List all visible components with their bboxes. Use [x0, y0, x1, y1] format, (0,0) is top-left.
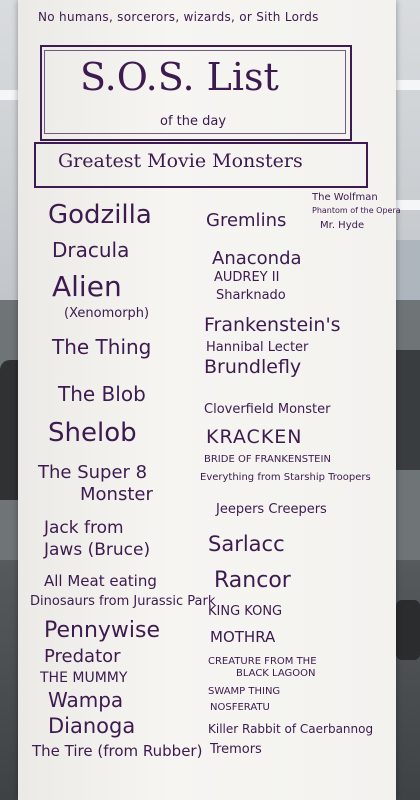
theme-title: Greatest Movie Monsters	[58, 150, 303, 172]
list-item: Tremors	[210, 742, 262, 757]
list-item: (Xenomorph)	[64, 306, 150, 321]
list-item: The Blob	[58, 382, 146, 406]
list-item: Godzilla	[48, 200, 152, 230]
list-item: BRIDE OF FRANKENSTEIN	[204, 454, 331, 465]
list-item: Dracula	[52, 238, 130, 262]
list-item: Sarlacc	[208, 532, 285, 556]
list-item: Jaws (Bruce)	[44, 540, 151, 560]
list-item: Phantom of the Opera	[312, 206, 401, 215]
list-item: Hannibal Lecter	[206, 340, 309, 355]
board-title: S.O.S. List	[80, 55, 279, 99]
board-subtitle: of the day	[160, 114, 227, 129]
list-item: Sharknado	[216, 288, 286, 303]
list-item: The Tire (from Rubber)	[32, 742, 203, 760]
list-item: NOSFERATU	[210, 702, 270, 713]
list-item: Shelob	[48, 418, 137, 448]
list-item: BLACK LAGOON	[236, 668, 316, 679]
list-item: Predator	[44, 646, 121, 667]
list-item: Pennywise	[44, 618, 161, 643]
list-item: Monster	[80, 484, 153, 505]
ceiling-light	[0, 90, 18, 100]
list-item: Cloverfield Monster	[204, 402, 331, 417]
list-item: KRACKEN	[206, 426, 303, 448]
office-window	[392, 240, 420, 300]
list-item: THE MUMMY	[40, 670, 128, 686]
office-chair	[396, 600, 420, 660]
list-item: Frankenstein's	[204, 314, 341, 336]
list-item: KING KONG	[208, 604, 283, 619]
list-item: Alien	[52, 270, 122, 303]
person-silhouette	[395, 350, 420, 470]
list-item: Anaconda	[212, 248, 302, 269]
list-item: The Thing	[52, 335, 152, 359]
list-item: Dianoga	[48, 714, 136, 738]
list-item: Rancor	[214, 568, 291, 593]
list-item: AUDREY II	[214, 270, 280, 285]
list-item: CREATURE FROM THE	[208, 656, 317, 667]
top-note: No humans, sorcerors, wizards, or Sith L…	[38, 10, 319, 24]
list-item: SWAMP THING	[208, 686, 281, 697]
list-item: MOTHRA	[210, 628, 276, 646]
list-item: All Meat eating	[44, 572, 157, 590]
list-item: Wampa	[48, 688, 124, 712]
list-item: Brundlefly	[204, 356, 302, 378]
ceiling-light	[396, 80, 420, 90]
list-item: Mr. Hyde	[320, 220, 365, 231]
list-item: The Wolfman	[312, 192, 378, 203]
list-item: Dinosaurs from Jurassic Park	[30, 594, 216, 609]
list-item: Jeepers Creepers	[216, 502, 327, 517]
list-item: The Super 8	[38, 462, 148, 483]
list-item: Gremlins	[206, 210, 287, 231]
list-item: Killer Rabbit of Caerbannog	[208, 722, 374, 736]
list-item: Jack from	[44, 518, 124, 538]
list-item: Everything from Starship Troopers	[200, 472, 371, 483]
